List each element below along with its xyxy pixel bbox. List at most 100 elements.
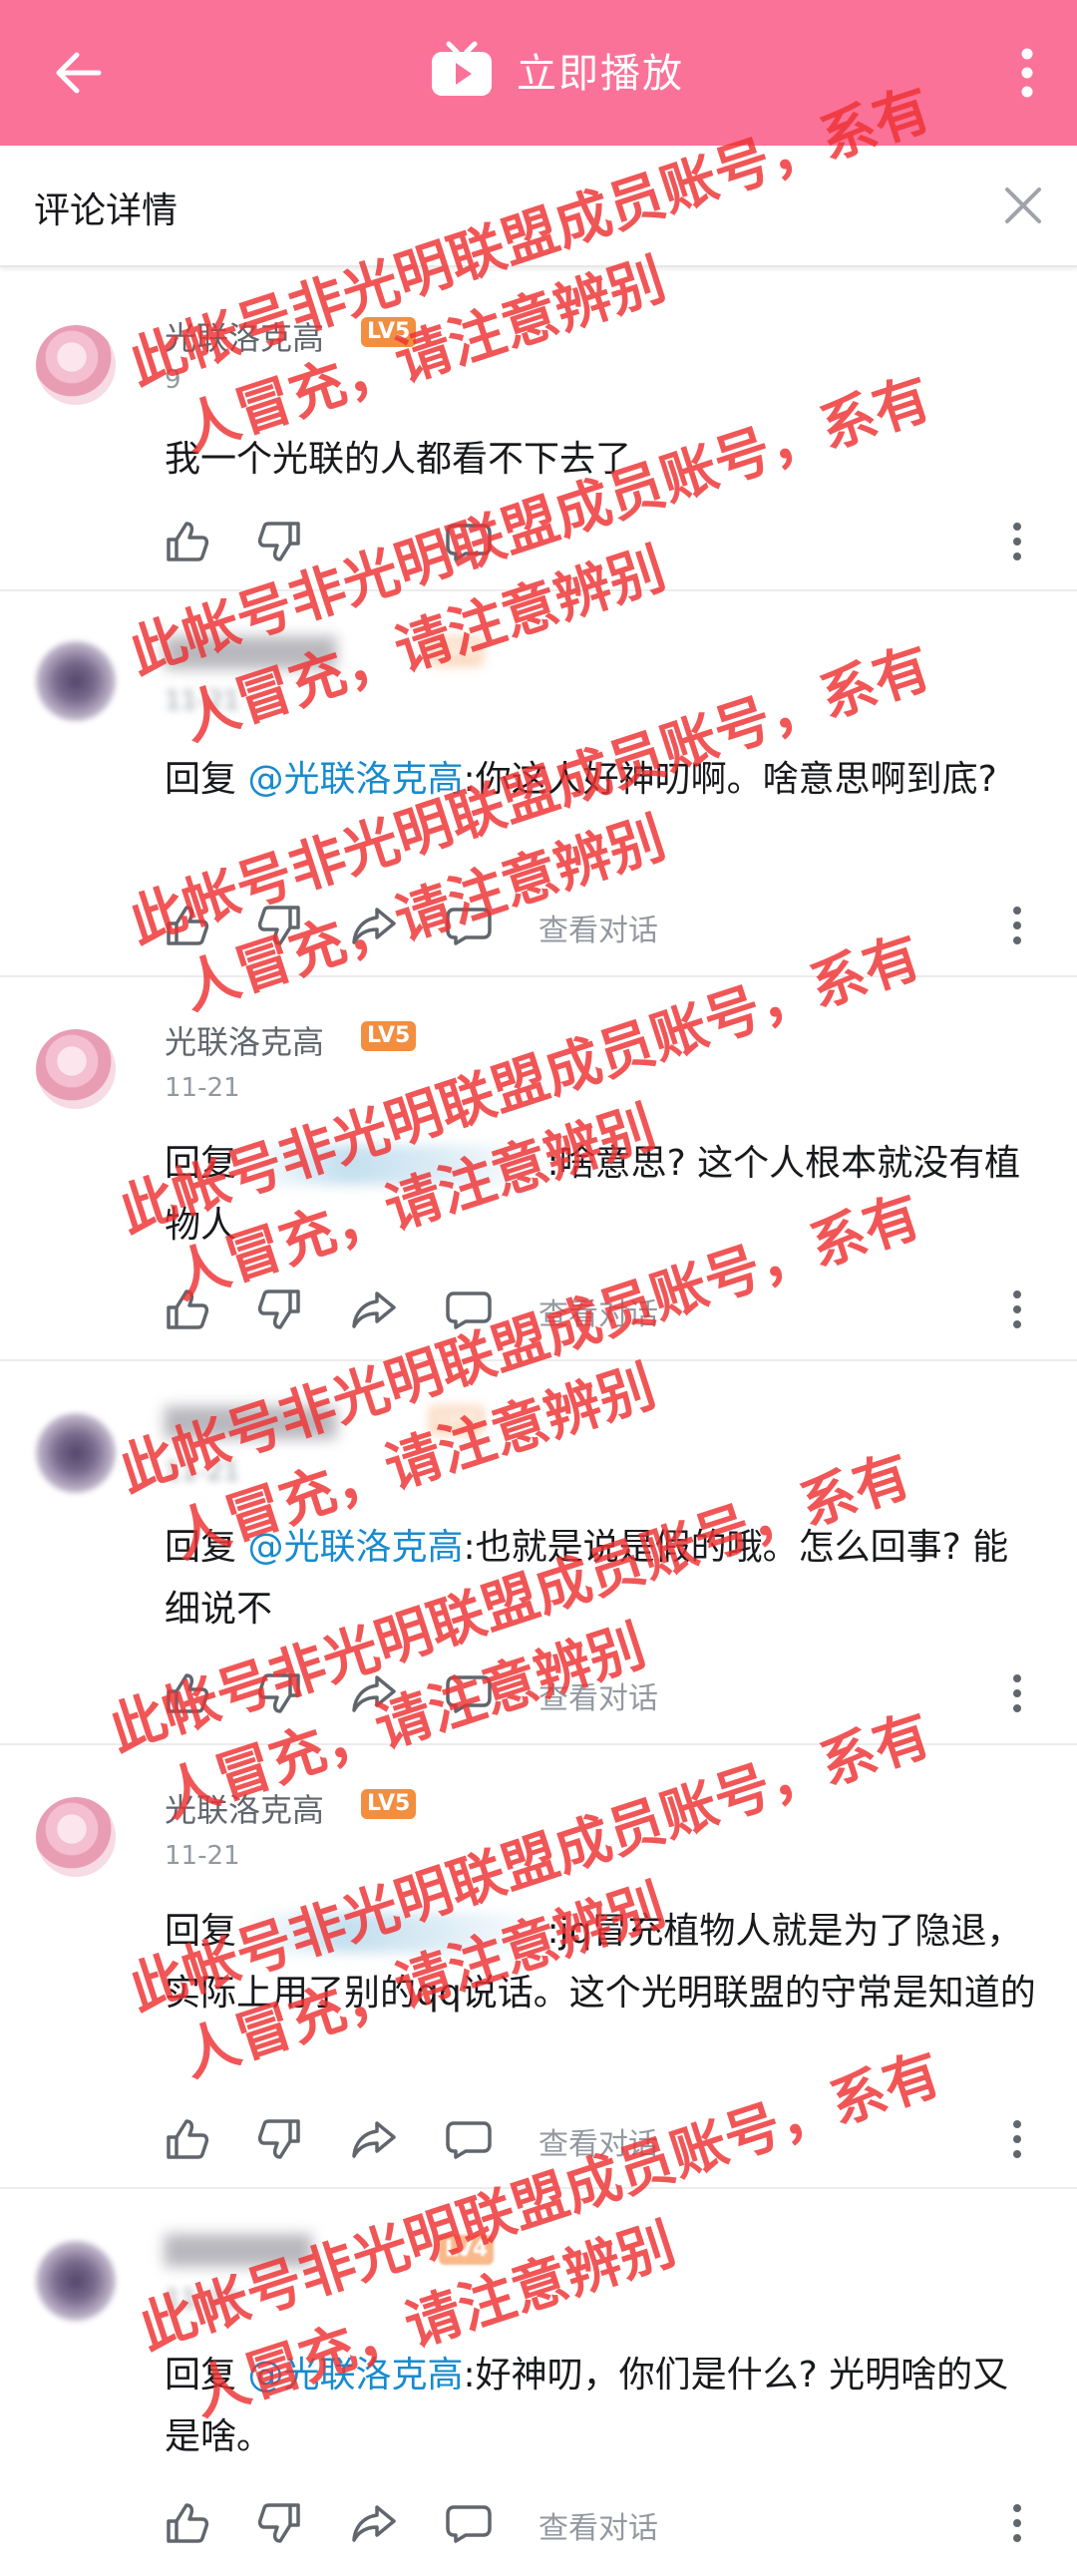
comment-more-button[interactable] bbox=[987, 2493, 1047, 2553]
thumbs-down-icon bbox=[257, 1289, 300, 1329]
share-button[interactable] bbox=[344, 2493, 404, 2553]
thumbs-up-icon bbox=[167, 1673, 209, 1713]
blurred-mention[interactable] bbox=[247, 1913, 547, 1953]
level-badge: LV4 bbox=[429, 636, 485, 666]
speech-bubble-icon bbox=[446, 1675, 492, 1713]
comment-item: ▇▇▇▇▇▇ LV4 11-21 回复 @光联洛克高:好神叨，你们是什么? 光明… bbox=[0, 2189, 1077, 2576]
reply-button[interactable] bbox=[439, 512, 499, 571]
username-blurred[interactable]: ▇▇▇▇▇▇▇ bbox=[165, 1401, 336, 1439]
speech-bubble-icon bbox=[446, 908, 492, 945]
view-conversation-link[interactable]: 查看对话 bbox=[538, 2119, 658, 2163]
dislike-button[interactable] bbox=[249, 2109, 309, 2169]
share-button[interactable] bbox=[344, 896, 404, 955]
username-blurred[interactable]: ▇▇▇▇▇▇▇ bbox=[165, 631, 336, 669]
like-button[interactable] bbox=[158, 2109, 217, 2169]
dislike-button[interactable] bbox=[249, 512, 309, 571]
mention-link[interactable]: @光联洛克高 bbox=[247, 1527, 463, 1568]
comment-more-button[interactable] bbox=[987, 896, 1047, 955]
share-button[interactable] bbox=[344, 1663, 404, 1723]
view-conversation-link[interactable]: 查看对话 bbox=[538, 906, 658, 949]
reply-button[interactable] bbox=[439, 1663, 499, 1723]
share-arrow-icon bbox=[352, 1675, 396, 1712]
username-blurred[interactable]: ▇▇▇▇▇▇ bbox=[165, 2229, 312, 2267]
mention-link[interactable]: @光联洛克高 bbox=[247, 2355, 463, 2395]
reply-button[interactable] bbox=[439, 2109, 499, 2169]
top-app-bar: 立即播放 bbox=[0, 0, 1077, 146]
avatar[interactable] bbox=[36, 325, 116, 405]
speech-bubble-icon bbox=[446, 524, 492, 561]
thumbs-up-icon bbox=[167, 522, 209, 561]
more-vertical-icon bbox=[1013, 907, 1021, 944]
avatar[interactable] bbox=[36, 2241, 116, 2321]
comment-detail-header: 评论详情 bbox=[0, 146, 1077, 267]
view-conversation-link[interactable]: 查看对话 bbox=[538, 2503, 658, 2547]
username[interactable]: 光联洛克高 bbox=[165, 1017, 324, 1063]
like-button[interactable] bbox=[158, 512, 217, 571]
thumbs-up-icon bbox=[167, 2503, 209, 2543]
dislike-button[interactable] bbox=[249, 1280, 309, 1339]
like-button[interactable] bbox=[158, 2493, 217, 2553]
like-button[interactable] bbox=[158, 1663, 217, 1723]
comment-more-button[interactable] bbox=[987, 512, 1047, 571]
username[interactable]: 光联洛克高 bbox=[165, 1785, 324, 1831]
back-button[interactable] bbox=[40, 35, 115, 110]
thumbs-down-icon bbox=[257, 2119, 300, 2159]
comment-actions: 查看对话 bbox=[0, 1663, 1077, 1723]
comment-actions bbox=[0, 512, 1077, 571]
view-conversation-link[interactable]: 查看对话 bbox=[538, 1289, 658, 1333]
close-icon bbox=[1005, 187, 1041, 223]
level-badge: LV5 bbox=[361, 317, 417, 347]
dislike-button[interactable] bbox=[249, 2493, 309, 2553]
thumbs-down-icon bbox=[257, 1673, 300, 1713]
comment-text: 我一个光联的人都看不下去了 bbox=[165, 429, 1042, 491]
avatar[interactable] bbox=[36, 1413, 116, 1493]
speech-bubble-icon bbox=[446, 2505, 492, 2543]
comment-date: 11-21 bbox=[165, 1073, 240, 1103]
avatar[interactable] bbox=[36, 641, 116, 721]
comment-text: 回复 :啥意思? 这个人根本就没有植物人 bbox=[165, 1133, 1042, 1257]
more-vertical-icon bbox=[1013, 2120, 1021, 2158]
close-button[interactable] bbox=[991, 174, 1055, 237]
more-vertical-icon bbox=[1021, 48, 1033, 97]
dislike-button[interactable] bbox=[249, 1663, 309, 1723]
level-badge: LV5 bbox=[361, 1021, 417, 1051]
avatar[interactable] bbox=[36, 1029, 116, 1109]
view-conversation-link[interactable]: 查看对话 bbox=[538, 1673, 658, 1717]
comment-item: ▇▇▇▇▇▇▇ LV4 11-21 回复 @光联洛克高:你这人好神叨啊。啥意思啊… bbox=[0, 591, 1077, 977]
comment-more-button[interactable] bbox=[987, 1663, 1047, 1723]
level-badge: LV5 bbox=[361, 1789, 417, 1819]
thumbs-down-icon bbox=[257, 906, 300, 945]
reply-prefix: 回复 bbox=[165, 1911, 248, 1952]
comment-actions: 查看对话 bbox=[0, 1280, 1077, 1339]
dislike-button[interactable] bbox=[249, 896, 309, 955]
avatar[interactable] bbox=[36, 1797, 116, 1877]
reply-button[interactable] bbox=[439, 2493, 499, 2553]
comment-actions: 查看对话 bbox=[0, 2493, 1077, 2553]
reply-prefix: 回复 bbox=[165, 2355, 248, 2395]
more-vertical-icon bbox=[1013, 523, 1021, 560]
reply-button[interactable] bbox=[439, 1280, 499, 1339]
comment-text: 回复 @光联洛克高:也就是说是假的哦。怎么回事? 能细说不 bbox=[165, 1517, 1042, 1641]
comment-more-button[interactable] bbox=[987, 2109, 1047, 2169]
username[interactable]: 光联洛克高 bbox=[165, 313, 324, 359]
comment-date: 11-21 bbox=[165, 1457, 240, 1487]
reply-prefix: 回复 bbox=[165, 1527, 248, 1568]
comment-more-button[interactable] bbox=[987, 1280, 1047, 1339]
share-button[interactable] bbox=[344, 2109, 404, 2169]
share-button[interactable] bbox=[344, 1280, 404, 1339]
reply-button[interactable] bbox=[439, 896, 499, 955]
comment-content: 我一个光联的人都看不下去了 bbox=[165, 439, 632, 480]
comment-content: :你这人好神叨啊。啥意思啊到底? bbox=[463, 759, 997, 800]
mention-link[interactable]: @光联洛克高 bbox=[247, 759, 463, 800]
blurred-mention[interactable] bbox=[247, 1145, 547, 1185]
play-now-button[interactable]: 立即播放 bbox=[429, 30, 684, 110]
share-arrow-icon bbox=[352, 1291, 396, 1328]
comment-text: 回复 @光联洛克高:你这人好神叨啊。啥意思啊到底? bbox=[165, 749, 1042, 811]
comment-text: 回复 @光联洛克高:好神叨，你们是什么? 光明啥的又是啥。 bbox=[165, 2345, 1042, 2468]
like-button[interactable] bbox=[158, 1280, 217, 1339]
like-button[interactable] bbox=[158, 896, 217, 955]
more-options-button[interactable] bbox=[997, 35, 1057, 110]
more-vertical-icon bbox=[1013, 2504, 1021, 2542]
speech-bubble-icon bbox=[446, 2121, 492, 2159]
comment-date: 11-21 bbox=[165, 1841, 240, 1871]
